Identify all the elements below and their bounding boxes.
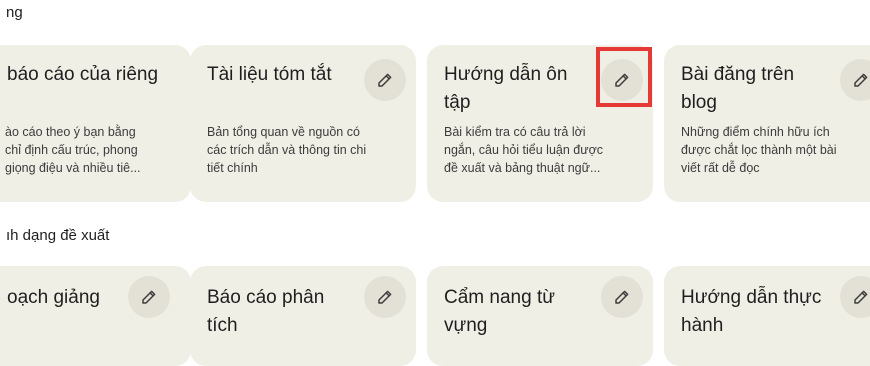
card-lesson-plan[interactable]: oạch giảng [0, 266, 191, 366]
card-description: Bài kiểm tra có câu trả lời ngắn, câu hỏ… [444, 125, 604, 175]
card-description: Bản tổng quan về nguồn có các trích dẫn … [207, 125, 367, 175]
card-description: ào cáo theo ý bạn bằng chỉ định cấu trúc… [5, 125, 141, 175]
card-practice-guide[interactable]: Hướng dẫn thực hành [664, 266, 870, 366]
card-title: báo cáo của riêng [7, 64, 159, 85]
pencil-icon [854, 73, 868, 87]
edit-button[interactable] [128, 276, 170, 318]
card-title: Hướng dẫn thực hành [681, 287, 822, 336]
edit-button[interactable] [840, 276, 870, 318]
card-title: Cẩm nang từ vựng [444, 287, 555, 336]
card-custom-report[interactable]: báo cáo của riêng ào cáo theo ý bạn bằng… [0, 45, 191, 202]
card-briefing-doc[interactable]: Tài liệu tóm tắt Bản tổng quan về nguồn … [190, 45, 416, 202]
pencil-icon [142, 290, 156, 304]
pencil-icon [615, 290, 629, 304]
card-title: Báo cáo phân tích [207, 287, 325, 336]
pencil-icon [378, 290, 392, 304]
edit-button[interactable] [364, 59, 406, 101]
card-title: Tài liệu tóm tắt [207, 64, 332, 85]
pencil-icon [854, 290, 868, 304]
edit-button[interactable] [364, 276, 406, 318]
pencil-icon [378, 73, 392, 87]
edit-button[interactable] [840, 59, 870, 101]
section-label-suggested: ıh dạng đề xuất [6, 227, 110, 244]
card-vocab-handbook[interactable]: Cẩm nang từ vựng [427, 266, 653, 366]
edit-button[interactable] [601, 276, 643, 318]
card-description: Những điểm chính hữu ích được chắt lọc t… [681, 125, 837, 175]
card-title: Hướng dẫn ôn tập [444, 64, 568, 113]
card-blog-post[interactable]: Bài đăng trên blog Những điểm chính hữu … [664, 45, 870, 202]
card-title: Bài đăng trên blog [681, 64, 795, 113]
card-analysis-report[interactable]: Báo cáo phân tích [190, 266, 416, 366]
highlight-box [596, 47, 652, 107]
section-label-top: ng [6, 4, 23, 21]
